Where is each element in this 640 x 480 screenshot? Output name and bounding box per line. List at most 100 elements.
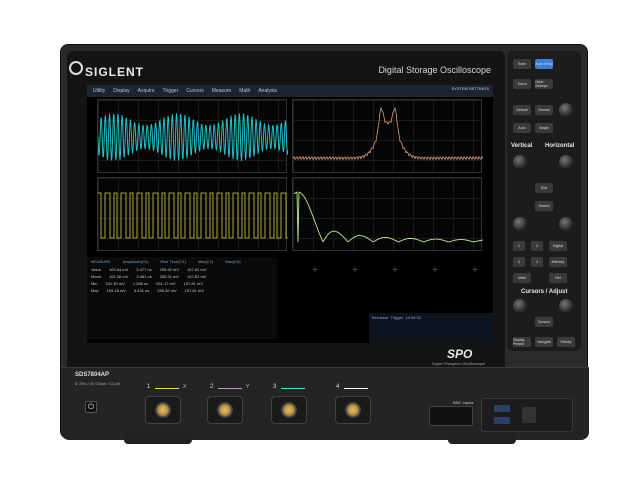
bnc-connector-icon: [155, 402, 171, 418]
aux-port[interactable]: [429, 406, 473, 426]
menu-measure[interactable]: Measure: [212, 88, 231, 94]
channel-2-button[interactable]: 2: [531, 241, 543, 251]
channel-4-color-line: [344, 388, 368, 389]
cursor-marker-icon[interactable]: +: [472, 265, 478, 276]
channel-1-bnc[interactable]: [145, 396, 181, 424]
ref-button[interactable]: Ref: [549, 273, 567, 283]
measure-col-max-c1: Max(C1): [197, 259, 214, 264]
table-row: Max 105.18 mV 5.431 ns 256.32 mV 157.81 …: [87, 287, 277, 294]
status-info-box[interactable]: Timebase Trigger 14:08:32: [369, 313, 493, 343]
right-foot: [448, 432, 516, 444]
roll-button[interactable]: Roll: [535, 183, 553, 193]
cursor-marker-icon[interactable]: +: [352, 265, 358, 276]
waveform-window-fft[interactable]: [292, 99, 484, 173]
screen-bezel: SIGLENT Digital Storage Oscilloscope Uti…: [67, 51, 505, 398]
normal-button[interactable]: Normal: [535, 105, 553, 115]
channel-1-button[interactable]: 1: [513, 241, 525, 251]
menu-utility[interactable]: Utility: [93, 88, 105, 94]
brand-label: SIGLENT: [85, 65, 145, 79]
menu-analysis[interactable]: Analysis: [258, 88, 277, 94]
cursors-button[interactable]: Cursors: [535, 317, 553, 327]
table-row: Value 103.84 mV 3.477 ns 255.92 mV 157.8…: [87, 266, 277, 273]
power-button[interactable]: ⏻: [85, 401, 97, 413]
menu-math[interactable]: Math: [239, 88, 250, 94]
table-cell: 255.92 mV: [159, 267, 180, 272]
menu-trigger[interactable]: Trigger: [163, 88, 179, 94]
cursor-marker-icon[interactable]: +: [432, 265, 438, 276]
table-cell: 157.81 mV: [187, 274, 207, 279]
channel-1-color-line: [155, 388, 179, 389]
digital-button[interactable]: Digital: [549, 241, 567, 251]
ch2-burst-trace: [97, 113, 289, 162]
search-button[interactable]: Search: [535, 201, 553, 211]
table-cell: 157.81 mV: [184, 288, 204, 293]
horizontal-position-knob[interactable]: [559, 155, 573, 169]
auto-button[interactable]: Auto: [513, 123, 531, 133]
trigger-label: Trigger: [390, 315, 404, 320]
usb-port-icon[interactable]: [494, 417, 510, 424]
channel-3-button[interactable]: 3: [513, 257, 525, 267]
history-button[interactable]: History: [557, 337, 575, 347]
table-cell: 3.481 ns: [136, 274, 152, 279]
menu-acquire[interactable]: Acquire: [138, 88, 155, 94]
waveform-window-ch2[interactable]: [97, 99, 289, 173]
channel-1-number: 1: [147, 384, 151, 390]
channel-3-bnc[interactable]: [271, 396, 307, 424]
horizontal-section-label: Horizontal: [545, 143, 575, 149]
measure-col-rise-time: Rise Time(C1): [160, 259, 186, 264]
table-cell: 157.81 mV: [183, 281, 203, 286]
usb-port-icon[interactable]: [494, 405, 510, 412]
cursors-adjust-label: Cursors / Adjust: [521, 289, 568, 295]
table-cell: 101.36 mV: [109, 274, 129, 279]
table-cell: Value: [91, 267, 101, 272]
measure-col-label: MEASURE: [91, 259, 111, 264]
channel-2-color-line: [218, 388, 242, 389]
bnc-connector-icon: [345, 402, 361, 418]
channel-2-bnc[interactable]: [207, 396, 243, 424]
cursor-knob-b[interactable]: [559, 299, 573, 313]
cursor-marker-icon[interactable]: +: [392, 265, 398, 276]
auto-setup-button[interactable]: Auto Setup: [535, 59, 553, 69]
ground-terminal-icon[interactable]: [522, 407, 536, 423]
waveform-window-ch1[interactable]: [97, 177, 291, 251]
vertical-position-knob[interactable]: [513, 155, 527, 169]
volts-div-knob[interactable]: [513, 217, 527, 231]
measurement-header-row: MEASURE Amplitude(C1) Rise Time(C1) Max(…: [87, 257, 277, 266]
single-button[interactable]: Single: [535, 123, 553, 133]
clear-sweeps-button[interactable]: Clear Sweeps: [535, 79, 553, 89]
measure-col-amplitude: Amplitude(C1): [122, 259, 149, 264]
menu-cursors[interactable]: Cursors: [186, 88, 204, 94]
cursor-marker-icon[interactable]: +: [312, 265, 318, 276]
channel-4-button[interactable]: 4: [531, 257, 543, 267]
system-settings-label[interactable]: SYSTEM SETTINGS: [451, 86, 489, 91]
table-cell: 1.286 ns: [132, 281, 149, 286]
table-cell: 255.91 mV: [159, 274, 180, 279]
math-button[interactable]: Math: [513, 273, 531, 283]
waveform-window-math[interactable]: [292, 177, 484, 251]
channel-2-number: 2: [210, 384, 214, 390]
table-cell: 5.431 ns: [133, 288, 150, 293]
bnc-connector-icon: [281, 402, 297, 418]
save-button[interactable]: Save: [513, 59, 531, 69]
table-cell: 256.32 mV: [157, 288, 177, 293]
clock-label: 14:08:32: [405, 315, 421, 320]
siglent-logo-icon: [69, 61, 83, 75]
trigger-level-knob[interactable]: [559, 103, 573, 117]
time-div-knob[interactable]: [559, 217, 573, 231]
ch1-digital-trace: [98, 192, 291, 239]
table-cell: 3.477 ns: [136, 267, 152, 272]
cursor-knob-a[interactable]: [513, 299, 527, 313]
default-button[interactable]: Default: [513, 105, 531, 115]
memory-button[interactable]: Memory: [549, 257, 567, 267]
channel-4-bnc[interactable]: [335, 396, 371, 424]
display-screen[interactable]: Utility Display Acquire Trigger Cursors …: [87, 85, 493, 343]
display-persist-button[interactable]: Display Persist: [513, 337, 531, 347]
table-cell: 105.18 mV: [106, 288, 126, 293]
fft-trace: [292, 106, 484, 161]
navigate-button[interactable]: Navigate: [535, 337, 553, 347]
spo-logo: SPO: [447, 347, 473, 361]
bnc-connector-icon: [217, 402, 233, 418]
touch-button[interactable]: Touch: [513, 79, 531, 89]
menu-display[interactable]: Display: [113, 88, 129, 94]
left-foot: [124, 432, 192, 444]
